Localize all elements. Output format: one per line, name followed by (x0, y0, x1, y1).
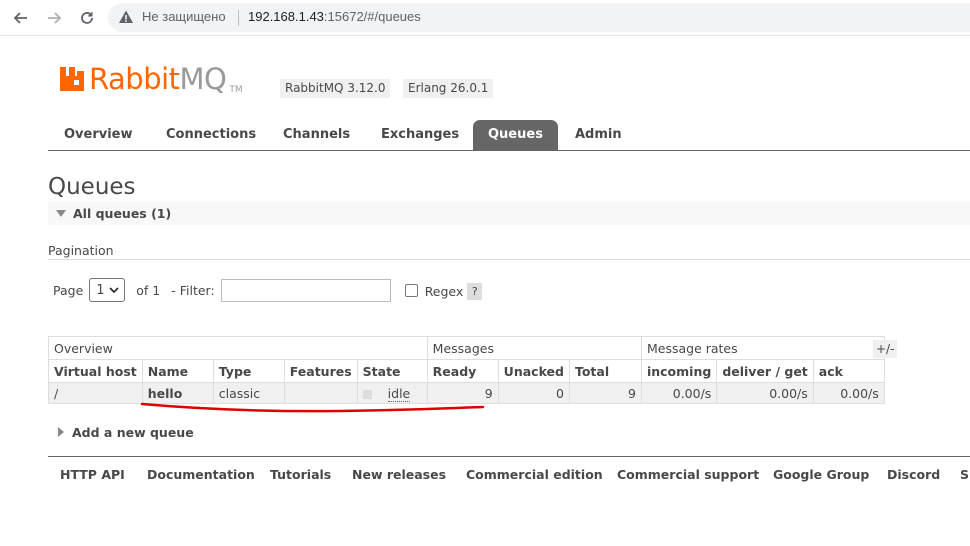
group-overview: Overview (48, 336, 428, 360)
tab-admin[interactable]: Admin (560, 120, 637, 150)
table-column-header: Virtual host Name Type Features State Re… (48, 359, 885, 383)
col-type[interactable]: Type (212, 359, 285, 383)
col-state[interactable]: State (356, 359, 428, 383)
regex-label: Regex (424, 284, 464, 299)
url-path: :15672/#/queues (323, 9, 421, 24)
back-icon[interactable] (9, 6, 33, 30)
tab-queues[interactable]: Queues (473, 120, 558, 150)
url-host: 192.168.1.43 (248, 9, 324, 24)
footer-link-truncated[interactable]: S (960, 467, 969, 482)
group-messages: Messages (426, 336, 642, 360)
add-queue-label: Add a new queue (72, 425, 194, 440)
tab-connections[interactable]: Connections (151, 120, 271, 150)
col-incoming[interactable]: incoming (640, 359, 718, 383)
rabbitmq-logo[interactable]: RabbitMQ TM (59, 63, 243, 97)
collapse-triangle-icon (56, 210, 66, 217)
table-row: / hello classic idle 9 0 9 0.00/s 0.00/s… (48, 382, 885, 404)
pagination-header: Pagination (48, 243, 970, 260)
expand-triangle-icon (58, 427, 64, 437)
browser-toolbar: Не защищено 192.168.1.43:15672/#/queues (0, 0, 970, 36)
omnibox-divider (238, 10, 239, 26)
footer-link-tutorials[interactable]: Tutorials (270, 467, 331, 482)
table-group-header: Overview Messages Message rates (48, 336, 885, 360)
chevron-down-icon (109, 285, 119, 298)
footer-link-http-api[interactable]: HTTP API (60, 467, 125, 482)
queue-name-link[interactable]: hello (148, 386, 183, 401)
page-title: Queues (48, 174, 136, 200)
page-select-value: 1 (96, 282, 105, 298)
rabbitmq-version-badge: RabbitMQ 3.12.0 (280, 79, 391, 98)
regex-checkbox[interactable] (404, 283, 418, 297)
col-total[interactable]: Total (568, 359, 642, 383)
footer-link-commercial-edition[interactable]: Commercial edition (466, 467, 603, 482)
cell-features (283, 382, 358, 404)
all-queues-label: All queues (1) (73, 206, 172, 221)
cell-type: classic (212, 382, 285, 404)
erlang-version-badge: Erlang 26.0.1 (403, 79, 494, 98)
tab-exchanges[interactable]: Exchanges (366, 120, 474, 150)
main-nav-tabs: Overview Connections Channels Exchanges … (48, 120, 970, 151)
logo-mq-text: MQ (179, 62, 227, 96)
filter-input[interactable] (220, 278, 391, 302)
cell-deliver-get: 0.00/s (716, 382, 814, 404)
footer-link-commercial-support[interactable]: Commercial support (617, 467, 759, 482)
cell-incoming: 0.00/s (640, 382, 718, 404)
regex-help-icon[interactable]: ? (467, 283, 483, 300)
column-toggle-button[interactable]: +/- (873, 340, 898, 358)
col-unacked[interactable]: Unacked (497, 359, 570, 383)
col-ack[interactable]: ack (812, 359, 885, 383)
footer-link-new-releases[interactable]: New releases (352, 467, 446, 482)
logo-rabbit-text: Rabbit (89, 62, 180, 96)
state-indicator-icon (362, 389, 372, 399)
page-count: of 1 (136, 282, 161, 298)
cell-ready: 9 (426, 382, 499, 404)
page-label: Page (53, 282, 84, 298)
cell-ack: 0.00/s (812, 382, 885, 404)
filter-label: - Filter: (171, 282, 215, 298)
security-status: Не защищено (142, 9, 226, 24)
col-features[interactable]: Features (283, 359, 358, 383)
cell-name: hello (141, 382, 214, 404)
footer-link-google-group[interactable]: Google Group (773, 467, 869, 482)
footer-link-discord[interactable]: Discord (887, 467, 940, 482)
col-virtual-host[interactable]: Virtual host (48, 359, 143, 383)
tab-overview[interactable]: Overview (49, 120, 148, 150)
col-ready[interactable]: Ready (426, 359, 499, 383)
tab-channels[interactable]: Channels (268, 120, 365, 150)
cell-state: idle (356, 382, 428, 404)
rabbitmq-logo-icon (60, 67, 84, 91)
cell-unacked: 0 (497, 382, 570, 404)
all-queues-section-header[interactable]: All queues (1) (48, 202, 970, 225)
warning-icon[interactable] (118, 9, 134, 25)
col-deliver-get[interactable]: deliver / get (716, 359, 814, 383)
footer-link-documentation[interactable]: Documentation (147, 467, 255, 482)
pagination-controls: Page 1 of 1 - Filter: Regex ? (53, 278, 483, 302)
reload-icon[interactable] (75, 6, 99, 30)
address-bar[interactable]: Не защищено 192.168.1.43:15672/#/queues (108, 3, 970, 32)
queues-table: Overview Messages Message rates Virtual … (48, 336, 885, 404)
cell-vhost: / (48, 382, 143, 404)
state-value: idle (387, 385, 411, 402)
group-message-rates: Message rates (640, 336, 885, 360)
footer-links: HTTP API Documentation Tutorials New rel… (48, 456, 970, 490)
page-select[interactable]: 1 (89, 278, 126, 302)
col-name[interactable]: Name (141, 359, 214, 383)
logo-wordmark: RabbitMQ (89, 62, 227, 96)
url-text: 192.168.1.43:15672/#/queues (248, 9, 421, 24)
add-queue-section-header[interactable]: Add a new queue (58, 425, 194, 440)
cell-total: 9 (568, 382, 642, 404)
logo-trademark: TM (229, 85, 243, 95)
red-underline-annotation (140, 402, 485, 413)
forward-icon[interactable] (42, 6, 66, 30)
